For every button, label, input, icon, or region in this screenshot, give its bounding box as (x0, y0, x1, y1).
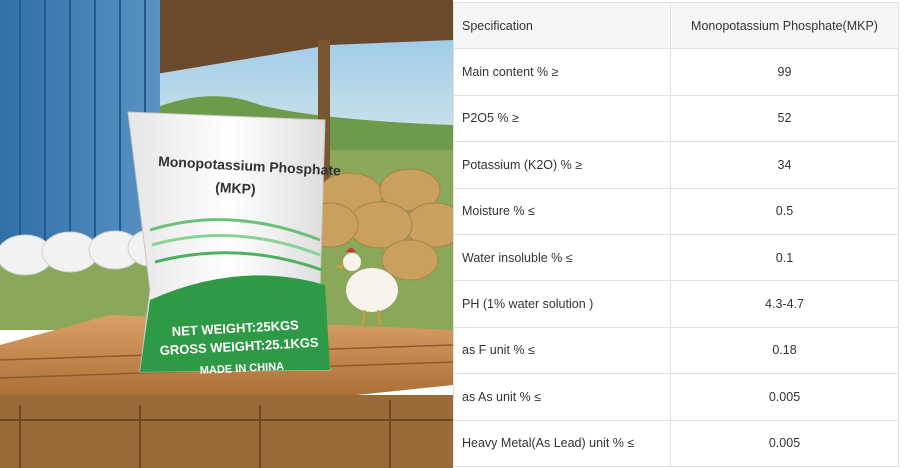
table-row: PH (1% water solution ) 4.3-4.7 (453, 280, 899, 328)
bag-title-line2: (MKP) (215, 179, 256, 197)
spec-value: 0.005 (670, 419, 899, 467)
pallet-base (0, 395, 453, 468)
spec-value: 0.1 (670, 233, 899, 282)
header-product: Monopotassium Phosphate(MKP) (670, 1, 899, 50)
product-photo-illustration: Monopotassium Phosphate (MKP) NET WEIGHT… (0, 0, 453, 468)
table-row: P2O5 % ≥ 52 (453, 94, 899, 143)
spec-value: 0.18 (670, 326, 899, 375)
header-specification: Specification (453, 1, 671, 50)
spec-name: PH (1% water solution ) (453, 280, 671, 328)
table-row: as As unit % ≤ 0.005 (453, 373, 899, 421)
spec-name: as As unit % ≤ (453, 373, 671, 421)
table-row: Potassium (K2O) % ≥ 34 (453, 141, 899, 189)
table-row: Heavy Metal(As Lead) unit % ≤ 0.005 (453, 419, 899, 467)
spec-name: Heavy Metal(As Lead) unit % ≤ (453, 419, 671, 467)
table-row: Water insoluble % ≤ 0.1 (453, 233, 899, 282)
spec-table: Specification Monopotassium Phosphate(MK… (453, 1, 899, 467)
spec-value: 0.005 (670, 373, 899, 421)
spec-value: 34 (670, 141, 899, 189)
spec-name: Water insoluble % ≤ (453, 233, 671, 282)
spec-name: Potassium (K2O) % ≥ (453, 141, 671, 189)
spec-value: 0.5 (670, 187, 899, 235)
spec-name: Main content % ≥ (453, 48, 671, 96)
spec-name: P2O5 % ≥ (453, 94, 671, 143)
table-row: as F unit % ≤ 0.18 (453, 326, 899, 375)
table-row: Moisture % ≤ 0.5 (453, 187, 899, 235)
spec-value: 4.3-4.7 (670, 280, 899, 328)
table-header-row: Specification Monopotassium Phosphate(MK… (453, 1, 899, 50)
spec-value: 99 (670, 48, 899, 96)
mkp-bag: Monopotassium Phosphate (MKP) NET WEIGHT… (127, 111, 341, 377)
spec-value: 52 (670, 94, 899, 143)
table-row: Main content % ≥ 99 (453, 48, 899, 96)
product-photo: Monopotassium Phosphate (MKP) NET WEIGHT… (0, 0, 453, 468)
spec-name: Moisture % ≤ (453, 187, 671, 235)
spec-name: as F unit % ≤ (453, 326, 671, 375)
